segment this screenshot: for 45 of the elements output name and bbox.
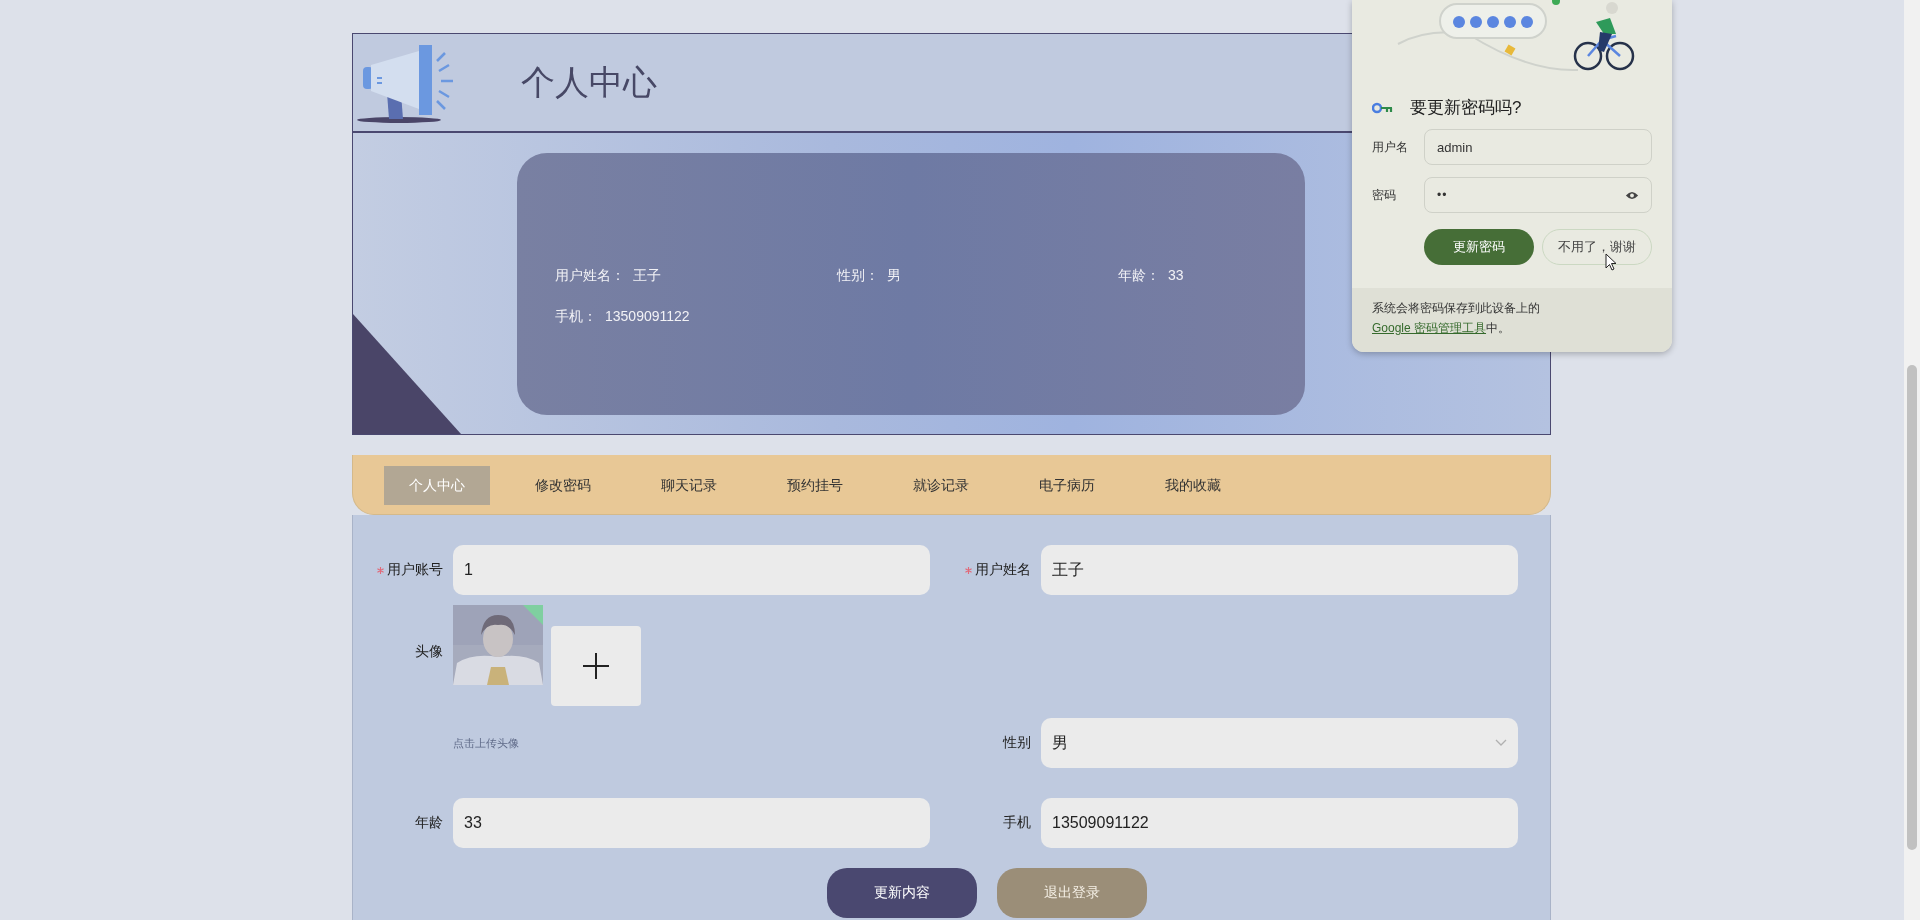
field-label: 密码 (1372, 186, 1397, 204)
key-icon (1372, 101, 1394, 114)
update-button[interactable]: 更新内容 (827, 868, 977, 918)
info-value: 男 (887, 266, 901, 285)
info-label: 用户姓名： (555, 266, 625, 285)
tab[interactable]: 修改密码 (510, 466, 616, 505)
eye-icon[interactable] (1625, 190, 1639, 200)
input-field[interactable]: 13509091122 (1041, 798, 1518, 848)
mouse-cursor-icon (1605, 253, 1617, 271)
scrollbar-thumb[interactable] (1907, 365, 1917, 850)
field-label: 头像 (415, 643, 443, 661)
field-label: 用户姓名 (975, 561, 1031, 579)
footer-text: 系统会将密码保存到此设备上的 Google 密码管理工具中。 (1372, 301, 1540, 335)
tab[interactable]: 就诊记录 (888, 466, 994, 505)
info-label: 性别： (837, 266, 879, 285)
field-label: 年龄 (415, 814, 443, 832)
password-field[interactable]: •• (1424, 177, 1652, 213)
field-label: 性别 (1003, 734, 1031, 752)
info-label: 年龄： (1118, 266, 1160, 285)
field-label: 用户账号 (387, 561, 443, 579)
info-value: 33 (1168, 266, 1184, 285)
input-field[interactable]: 王子 (1041, 545, 1518, 595)
scrollbar-track[interactable] (1904, 0, 1920, 920)
upload-button[interactable] (551, 626, 641, 706)
upload-hint: 点击上传头像 (453, 736, 519, 751)
input-field[interactable]: 1 (453, 545, 930, 595)
input-field[interactable]: 33 (453, 798, 930, 848)
field-label: 手机 (1003, 814, 1031, 832)
chevron-down-icon (1495, 739, 1507, 747)
info-value: 王子 (633, 266, 661, 285)
info-value: 13509091122 (605, 307, 690, 326)
tab[interactable]: 电子病历 (1014, 466, 1120, 505)
info-label: 手机： (555, 307, 597, 326)
username-field[interactable]: admin (1424, 129, 1652, 165)
tab[interactable]: 我的收藏 (1140, 466, 1246, 505)
popup-title: 要更新密码吗? (1410, 97, 1522, 119)
field-label: 用户名 (1372, 138, 1409, 156)
dismiss-button[interactable]: 不用了，谢谢 (1542, 229, 1652, 265)
page-title: 个人中心 (521, 61, 657, 103)
plus-icon (582, 652, 610, 680)
tab[interactable]: 预约挂号 (762, 466, 868, 505)
password-manager-link[interactable]: Google 密码管理工具 (1372, 321, 1487, 335)
tab[interactable]: 聊天记录 (636, 466, 742, 505)
gender-dropdown[interactable]: 男 (1041, 718, 1518, 768)
update-password-button[interactable]: 更新密码 (1424, 229, 1534, 265)
